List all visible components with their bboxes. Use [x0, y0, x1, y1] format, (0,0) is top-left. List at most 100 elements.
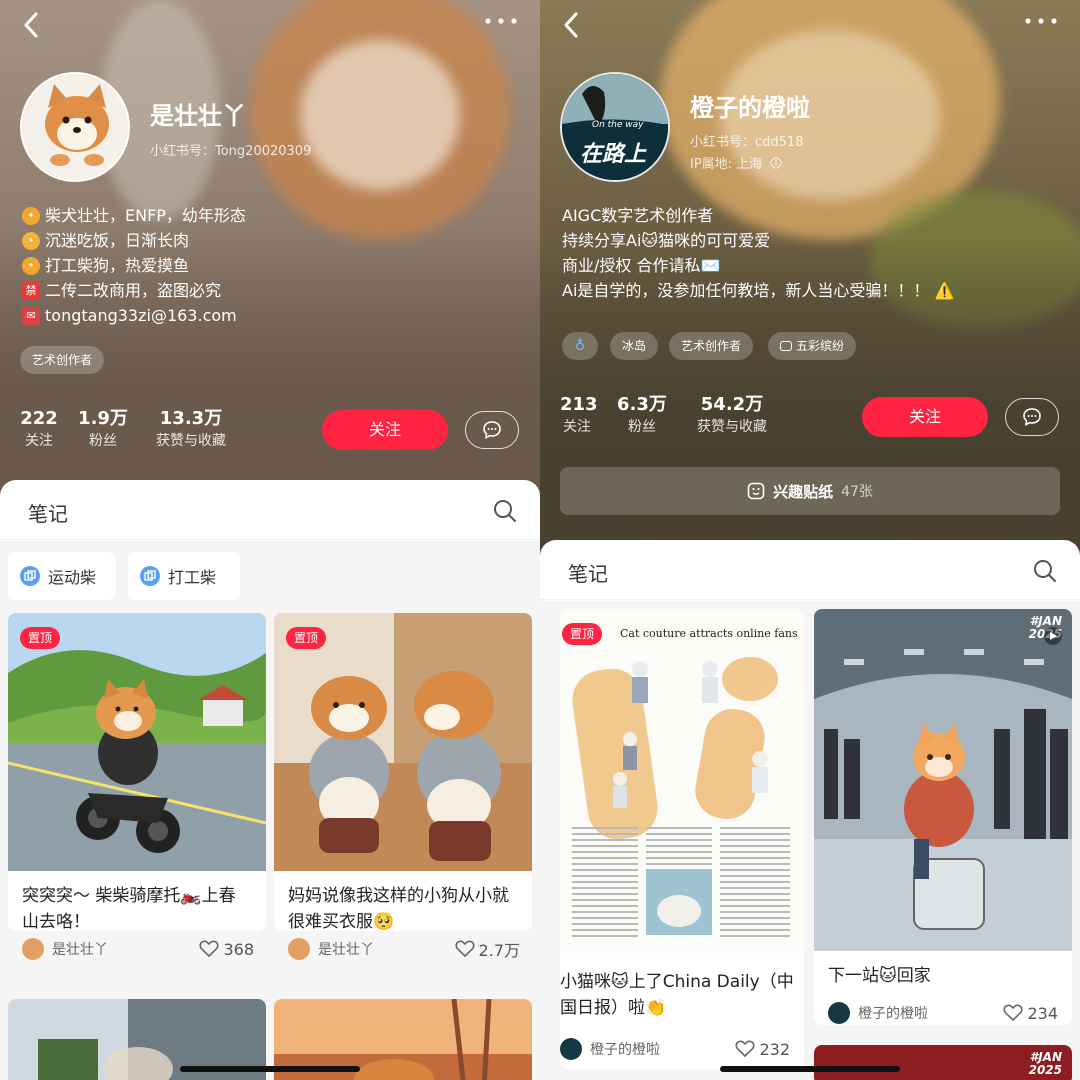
bio-line: AIGC数字艺术创作者	[562, 206, 714, 225]
message-button[interactable]	[465, 411, 519, 449]
chevron-left-icon	[24, 12, 38, 38]
chat-bubble-icon	[1023, 408, 1041, 426]
info-icon[interactable]	[770, 157, 782, 169]
home-indicator	[720, 1066, 900, 1072]
back-button[interactable]	[18, 8, 48, 42]
background-dog-face	[300, 40, 460, 190]
shiba-avatar-image	[43, 84, 111, 180]
month-badge: #JAN 2025	[1028, 1050, 1062, 1077]
location-tag[interactable]: 冰岛	[610, 332, 659, 360]
search-icon[interactable]	[492, 498, 518, 524]
note-title: 小猫咪🐱上了China Daily（中国日报）啦👏	[560, 972, 794, 1018]
message-button[interactable]	[1005, 398, 1059, 436]
avatar-caption-small: On the way	[592, 120, 644, 130]
bio-line: • 柴犬壮壮，ENFP，幼年形态	[22, 203, 246, 228]
like-button[interactable]: 368	[199, 940, 254, 959]
note-cover-image: #JAN 2025	[814, 609, 1072, 951]
more-button[interactable]	[1024, 14, 1058, 32]
avatar-caption: 在路上	[580, 142, 647, 167]
bio-line: ✉ tongtang33zi@163.com	[22, 303, 246, 328]
left-profile-screen: 是壮壮丫 小红书号：Tong20020309 • 柴犬壮壮，ENFP，幼年形态 •…	[0, 0, 540, 1080]
notes-sheet: 笔记 运动柴 打工柴 置顶 突突突～ 柴柴骑摩托🏍️上春山去咯！ 置顶 妈妈说像…	[0, 480, 540, 1080]
notes-grid: 运动柴 打工柴 置顶 突突突～ 柴柴骑摩托🏍️上春山去咯！ 置顶 妈妈说像我这样…	[0, 541, 540, 1080]
interest-stickers-button[interactable]: 兴趣贴纸 47张	[560, 467, 1060, 515]
notes-tab-bar: 笔记	[0, 480, 540, 540]
collection-icon	[140, 566, 160, 586]
more-button[interactable]	[484, 14, 518, 32]
author-name: 橙子的橙啦	[590, 1042, 660, 1058]
stat-following[interactable]: 213 关注	[560, 394, 598, 438]
profile-tag[interactable]: 艺术创作者	[20, 346, 105, 374]
note-cover-image: Cat couture attracts online fans 置顶	[560, 609, 804, 953]
teary-emoji-icon: •	[22, 231, 40, 250]
note-card[interactable]: 置顶 突突突～ 柴柴骑摩托🏍️上春山去咯！	[8, 613, 266, 931]
stat-followers[interactable]: 6.3万 粉丝	[616, 394, 668, 438]
like-button[interactable]: 234	[1003, 1004, 1058, 1023]
newspaper-headline: Cat couture attracts online fans	[620, 627, 798, 640]
avatar[interactable]	[20, 72, 130, 182]
follow-button[interactable]: 关注	[862, 397, 988, 437]
profile-tag[interactable]: 五彩缤纷	[768, 332, 857, 360]
note-card[interactable]: #JAN 2025	[814, 1045, 1072, 1080]
video-play-icon	[1044, 627, 1062, 645]
note-title: 下一站🐱回家	[828, 966, 931, 986]
stat-likes[interactable]: 54.2万 获赞与收藏	[688, 394, 776, 438]
collection-chip[interactable]: 打工柴	[128, 552, 240, 600]
stat-likes[interactable]: 13.3万 获赞与收藏	[148, 408, 234, 452]
profile-bio: AIGC数字艺术创作者 持续分享Ai🐱猫咪的可可爱爱 商业/授权 合作请私✉️ …	[562, 203, 954, 303]
screenshot-root: 是壮壮丫 小红书号：Tong20020309 • 柴犬壮壮，ENFP，幼年形态 •…	[0, 0, 1080, 1080]
search-icon[interactable]	[1032, 558, 1058, 584]
heart-outline-icon	[1003, 1004, 1023, 1022]
right-profile-screen: On the way 在路上 橙子的橙啦 小红书号：cdd518 IP属地: 上…	[540, 0, 1080, 1080]
profile-id: 小红书号：cdd518	[690, 135, 804, 150]
gender-icon: ♁	[574, 338, 586, 354]
profile-id: 小红书号：Tong20020309	[150, 144, 312, 159]
more-dots-icon	[1025, 18, 1057, 24]
camera-icon	[780, 341, 792, 351]
heart-outline-icon	[199, 940, 219, 958]
home-indicator	[180, 1066, 360, 1072]
note-card[interactable]: 置顶 妈妈说像我这样的小狗从小就很难买衣服🥺	[274, 613, 532, 931]
author-avatar	[288, 938, 310, 960]
bio-line: 商业/授权 合作请私✉️	[562, 256, 721, 275]
bio-line: 持续分享Ai🐱猫咪的可可爱爱	[562, 231, 771, 250]
note-meta: 橙子的橙啦 234	[828, 1001, 1058, 1025]
prohibited-emoji-icon: 禁	[22, 281, 40, 300]
profile-tag[interactable]: 艺术创作者	[669, 332, 754, 360]
tab-notes[interactable]: 笔记	[28, 498, 68, 527]
sweat-smile-emoji-icon: •	[22, 256, 40, 275]
follow-button[interactable]: 关注	[322, 410, 448, 450]
author-avatar	[22, 938, 44, 960]
note-card[interactable]: Cat couture attracts online fans 置顶 小猫咪🐱…	[560, 609, 804, 1069]
note-title: 妈妈说像我这样的小狗从小就很难买衣服🥺	[288, 886, 509, 931]
tab-notes[interactable]: 笔记	[568, 558, 608, 587]
notes-grid: Cat couture attracts online fans 置顶 小猫咪🐱…	[540, 601, 1080, 1080]
chevron-left-icon	[564, 12, 578, 38]
collection-chip[interactable]: 运动柴	[8, 552, 116, 600]
back-button[interactable]	[558, 8, 588, 42]
author-name: 橙子的橙啦	[858, 1006, 928, 1022]
bio-line: • 沉迷吃饭，日渐长肉	[22, 228, 246, 253]
notes-sheet: 笔记 Cat couture attracts online fans 置顶 小…	[540, 540, 1080, 1080]
gender-tag[interactable]: ♁	[562, 332, 598, 360]
more-dots-icon	[485, 18, 517, 24]
avatar[interactable]: On the way 在路上	[560, 72, 670, 182]
notes-tab-bar: 笔记	[540, 540, 1080, 600]
note-card[interactable]: #JAN 2025 下一站🐱回家 橙子的橙啦 234	[814, 609, 1072, 1025]
chat-bubble-icon	[483, 421, 501, 439]
smile-emoji-icon: •	[22, 206, 40, 225]
stat-followers[interactable]: 1.9万 粉丝	[78, 408, 128, 452]
heart-outline-icon	[455, 940, 475, 958]
like-button[interactable]: 232	[735, 1040, 790, 1059]
note-cover-image: 置顶	[274, 613, 532, 871]
profile-ip-location: IP属地: 上海	[690, 153, 782, 172]
heart-outline-icon	[735, 1040, 755, 1058]
collection-icon	[20, 566, 40, 586]
profile-name: 是壮壮丫	[150, 102, 246, 130]
stat-following[interactable]: 222 关注	[20, 408, 58, 452]
pinned-badge: 置顶	[562, 623, 603, 645]
author-avatar	[560, 1038, 582, 1060]
profile-bio: • 柴犬壮壮，ENFP，幼年形态 • 沉迷吃饭，日渐长肉 • 打工柴狗，热爱摸鱼 禁二…	[22, 203, 246, 328]
like-button[interactable]: 2.7万	[455, 937, 520, 961]
note-meta: 是壮壮丫 368	[22, 937, 254, 961]
